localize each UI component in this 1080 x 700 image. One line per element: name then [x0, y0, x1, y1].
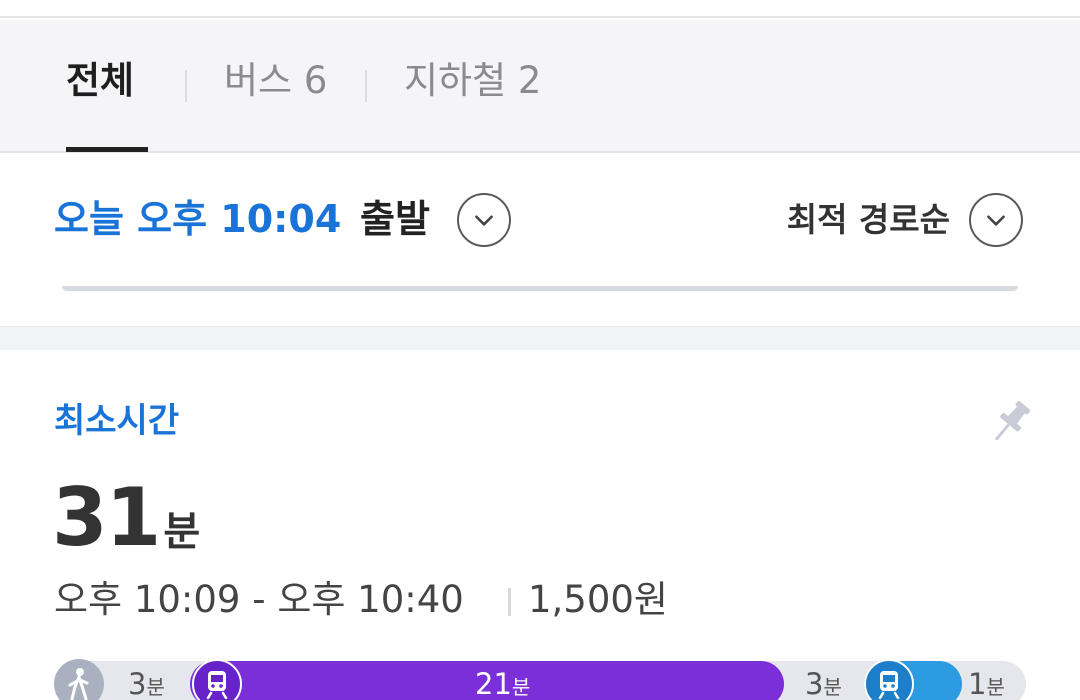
tab-all[interactable]: 전체: [66, 58, 134, 104]
subway-icon: [864, 659, 914, 700]
chevron-down-icon: [475, 215, 493, 226]
departure-label: 출발: [360, 197, 430, 241]
transport-tabs: 전체 버스 6 지하철 2: [0, 20, 1080, 153]
tab-subway[interactable]: 지하철 2: [404, 58, 541, 104]
segment-subway-time: 21분: [475, 667, 531, 700]
subway-icon: [192, 659, 242, 700]
duration-value: 31: [52, 471, 161, 564]
pin-icon[interactable]: [985, 396, 1035, 450]
segment-walk-time: 3분: [805, 667, 842, 700]
segment-subway: [864, 659, 962, 700]
duration-unit: 분: [163, 509, 201, 555]
active-tab-indicator: [66, 147, 148, 152]
tab-divider: [365, 70, 367, 102]
tab-divider: [185, 70, 187, 102]
chevron-down-icon: [987, 215, 1005, 226]
segment-walk-time: 3분: [128, 667, 165, 700]
departure-dropdown-button[interactable]: [457, 193, 511, 247]
section-gap: [0, 292, 1080, 350]
departure-bar: 오늘 오후 10:04 출발 최적 경로순: [0, 155, 1080, 287]
segment-subway-time: 1분: [968, 667, 1005, 700]
route-badge: 최소시간: [54, 401, 180, 441]
route-card[interactable]: 최소시간 31 분 오후 10:09 - 오후 10:40 1,500원: [0, 350, 1080, 700]
fare: 1,500원: [528, 578, 668, 621]
route-duration: 31 분: [52, 474, 200, 584]
segment-subway: 21분: [190, 659, 784, 700]
top-strip: [0, 0, 1080, 18]
divider: [62, 286, 1018, 291]
sort-label[interactable]: 최적 경로순: [787, 199, 950, 241]
tab-bus[interactable]: 버스 6: [224, 58, 327, 104]
departure-time[interactable]: 오늘 오후 10:04: [54, 195, 341, 243]
sort-dropdown-button[interactable]: [969, 193, 1023, 247]
time-range: 오후 10:09 - 오후 10:40: [54, 578, 464, 621]
route-segments-bar: 3분 21분 3분 1분: [54, 659, 1026, 700]
info-divider: [508, 588, 511, 616]
